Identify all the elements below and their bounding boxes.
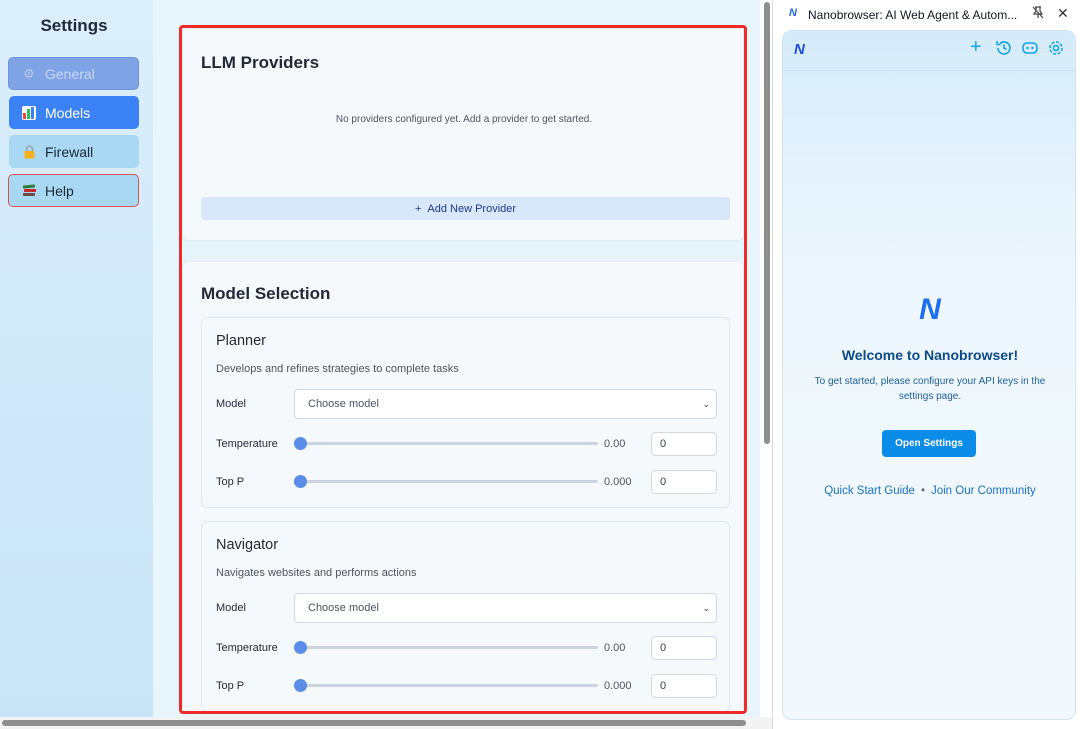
- sidebar-item-help[interactable]: Help: [8, 174, 139, 207]
- model-select-value: Choose model: [308, 398, 379, 410]
- nanobrowser-logo-icon: N: [794, 41, 805, 58]
- agent-description: Develops and refines strategies to compl…: [216, 363, 459, 375]
- navigator-top-p-slider[interactable]: [301, 684, 598, 687]
- planner-temperature-slider[interactable]: [301, 442, 598, 445]
- close-icon[interactable]: ✕: [1057, 5, 1069, 22]
- navigator-top-p-slider-thumb[interactable]: [294, 679, 307, 692]
- top-p-value: 0.000: [604, 476, 632, 488]
- settings-sidebar: Settings ⚙ General Models Firewall Help: [0, 0, 153, 717]
- navigator-temperature-input[interactable]: 0: [651, 636, 717, 660]
- horizontal-scrollbar[interactable]: [2, 720, 746, 726]
- link-separator: •: [920, 485, 925, 497]
- temperature-label: Temperature: [216, 438, 278, 450]
- no-providers-message: No providers configured yet. Add a provi…: [335, 114, 593, 125]
- nanobrowser-logo-icon: N: [789, 7, 797, 19]
- model-selection-title: Model Selection: [201, 284, 331, 303]
- lock-icon: [21, 144, 37, 160]
- quick-start-guide-link[interactable]: Quick Start Guide: [824, 485, 915, 497]
- chevron-down-icon: ⌄: [702, 399, 710, 409]
- llm-providers-card: LLM Providers No providers configured ye…: [182, 28, 744, 241]
- navigator-top-p-input[interactable]: 0: [651, 674, 717, 698]
- temperature-label: Temperature: [216, 642, 278, 654]
- model-label: Model: [216, 398, 246, 410]
- llm-providers-title: LLM Providers: [201, 53, 320, 72]
- planner-top-p-input[interactable]: 0: [651, 470, 717, 494]
- navigator-temperature-slider[interactable]: [301, 646, 598, 649]
- sidebar-item-firewall[interactable]: Firewall: [9, 135, 139, 168]
- sidebar-item-models[interactable]: Models: [9, 96, 139, 129]
- chevron-down-icon: ⌄: [702, 603, 710, 613]
- agent-name: Navigator: [216, 537, 279, 553]
- side-panel-header: N +: [783, 31, 1075, 71]
- plus-icon: +: [414, 202, 422, 215]
- top-p-label: Top P: [216, 680, 245, 692]
- sidebar-title: Settings: [40, 16, 108, 35]
- nanobrowser-side-panel: N + N Welcome to Nanobrowser! To get sta…: [782, 30, 1076, 720]
- agent-description: Navigates websites and performs actions: [216, 567, 417, 579]
- bar-chart-icon: [21, 105, 37, 121]
- planner-config: Planner Develops and refines strategies …: [201, 317, 730, 508]
- planner-temperature-slider-thumb[interactable]: [294, 437, 307, 450]
- side-panel-title: Nanobrowser: AI Web Agent & Autom...: [808, 8, 1018, 22]
- books-icon: [21, 183, 37, 199]
- model-label: Model: [216, 602, 246, 614]
- settings-gear-icon[interactable]: [1047, 39, 1065, 62]
- model-selection-card: Model Selection Planner Develops and ref…: [182, 261, 744, 711]
- planner-temperature-input[interactable]: 0: [651, 432, 717, 456]
- sidebar-item-label: Models: [45, 104, 91, 121]
- open-settings-button[interactable]: Open Settings: [882, 430, 976, 457]
- history-icon[interactable]: [995, 39, 1013, 62]
- agent-name: Planner: [216, 333, 266, 349]
- unpin-icon[interactable]: [1032, 6, 1044, 22]
- gear-icon: ⚙: [23, 65, 35, 81]
- add-provider-label: Add New Provider: [427, 202, 517, 215]
- temperature-value: 0.00: [604, 642, 626, 654]
- sidebar-item-label: Firewall: [45, 143, 94, 160]
- top-p-label: Top P: [216, 476, 245, 488]
- help-links: Quick Start Guide • Join Our Community: [783, 485, 1075, 497]
- planner-model-select[interactable]: Choose model ⌄: [294, 389, 717, 419]
- sidebar-item-general[interactable]: ⚙ General: [8, 57, 139, 90]
- navigator-temperature-slider-thumb[interactable]: [294, 641, 307, 654]
- sidebar-item-label: Help: [45, 182, 74, 199]
- model-select-value: Choose model: [308, 602, 379, 614]
- welcome-title: Welcome to Nanobrowser!: [841, 347, 1019, 363]
- nanobrowser-welcome-logo: N: [919, 293, 941, 326]
- top-p-value: 0.000: [604, 680, 632, 692]
- navigator-config: Navigator Navigates websites and perform…: [201, 521, 730, 711]
- vertical-scrollbar[interactable]: [764, 2, 770, 444]
- models-settings-panel: LLM Providers No providers configured ye…: [179, 25, 747, 714]
- navigator-model-select[interactable]: Choose model ⌄: [294, 593, 717, 623]
- sidebar-item-label: General: [45, 65, 95, 82]
- add-new-provider-button[interactable]: + Add New Provider: [201, 197, 730, 220]
- join-community-link[interactable]: Join Our Community: [931, 485, 1036, 497]
- planner-top-p-slider[interactable]: [301, 480, 598, 483]
- planner-top-p-slider-thumb[interactable]: [294, 475, 307, 488]
- welcome-text: To get started, please configure your AP…: [814, 376, 1046, 402]
- side-panel-titlebar: N Nanobrowser: AI Web Agent & Autom... ✕: [773, 0, 1080, 29]
- temperature-value: 0.00: [604, 438, 626, 450]
- discord-icon[interactable]: [1021, 39, 1039, 62]
- new-chat-icon[interactable]: +: [970, 37, 982, 57]
- panel-divider: [772, 0, 773, 729]
